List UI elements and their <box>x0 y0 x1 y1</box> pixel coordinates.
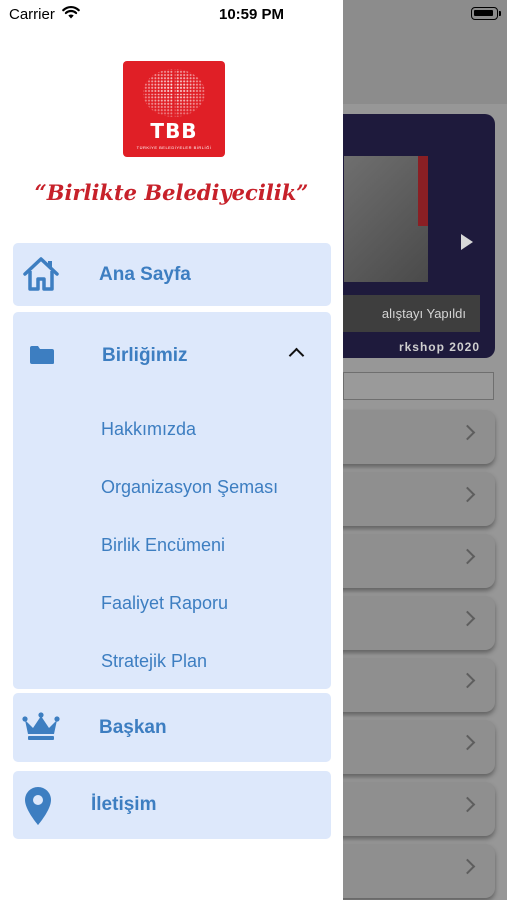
banner-image <box>344 156 428 282</box>
submenu-item-org-chart[interactable]: Organizasyon Şeması <box>101 477 278 498</box>
logo-globe <box>143 69 205 117</box>
chevron-right-icon <box>459 486 476 503</box>
menu-item-president[interactable]: Başkan <box>13 693 331 762</box>
chevron-right-icon <box>459 858 476 875</box>
list-item[interactable] <box>330 410 495 464</box>
background-search-box[interactable] <box>343 372 494 400</box>
chevron-up-icon[interactable] <box>288 347 305 364</box>
chevron-right-icon <box>459 610 476 627</box>
tbb-logo: TBB TÜRKİYE BELEDİYELER BİRLİĞİ <box>123 61 225 157</box>
banner-subcaption: rkshop 2020 <box>398 340 480 354</box>
logo-subtitle: TÜRKİYE BELEDİYELER BİRLİĞİ <box>136 145 212 150</box>
chevron-right-icon <box>459 734 476 751</box>
logo-text: TBB <box>150 119 198 143</box>
battery-icon <box>471 7 501 20</box>
chevron-right-icon <box>459 796 476 813</box>
list-item[interactable] <box>330 782 495 836</box>
chevron-right-icon <box>459 672 476 689</box>
list-item[interactable] <box>330 596 495 650</box>
list-item[interactable] <box>330 472 495 526</box>
list-item[interactable] <box>330 720 495 774</box>
wifi-icon <box>62 6 80 19</box>
banner-caption: alıştayı Yapıldı <box>343 295 480 332</box>
side-drawer: Carrier 10:59 PM TBB TÜRKİYE BELEDİYELER… <box>0 0 343 900</box>
news-banner[interactable]: alıştayı Yapıldı rkshop 2020 <box>330 114 495 358</box>
status-bar: Carrier 10:59 PM <box>0 0 343 30</box>
menu-group-union: Birliğimiz Hakkımızda Organizasyon Şemas… <box>13 312 331 689</box>
play-icon[interactable] <box>461 234 473 250</box>
submenu-item-activity-report[interactable]: Faaliyet Raporu <box>101 593 228 614</box>
location-pin-icon <box>25 787 51 825</box>
folder-icon <box>30 346 54 364</box>
menu-item-home-label: Ana Sayfa <box>99 264 191 285</box>
menu-item-president-label: Başkan <box>99 717 167 738</box>
submenu-item-about[interactable]: Hakkımızda <box>101 419 196 440</box>
chevron-right-icon <box>459 548 476 565</box>
menu-item-union-label: Birliğimiz <box>102 345 188 366</box>
menu-item-union-header[interactable]: Birliğimiz <box>13 312 331 392</box>
menu-item-contact-label: İletişim <box>91 794 157 815</box>
clock: 10:59 PM <box>219 6 285 23</box>
list-item[interactable] <box>330 534 495 588</box>
crown-icon <box>22 712 60 740</box>
submenu-item-strategic-plan[interactable]: Stratejik Plan <box>101 651 207 672</box>
slogan: “Birlikte Belediyecilik” <box>34 180 309 205</box>
carrier-label: Carrier <box>9 6 55 23</box>
menu-item-contact[interactable]: İletişim <box>13 771 331 839</box>
home-icon <box>23 257 59 291</box>
list-item[interactable] <box>330 844 495 898</box>
menu-item-home[interactable]: Ana Sayfa <box>13 243 331 306</box>
chevron-right-icon <box>459 424 476 441</box>
list-item[interactable] <box>330 658 495 712</box>
submenu-item-council[interactable]: Birlik Encümeni <box>101 535 225 556</box>
